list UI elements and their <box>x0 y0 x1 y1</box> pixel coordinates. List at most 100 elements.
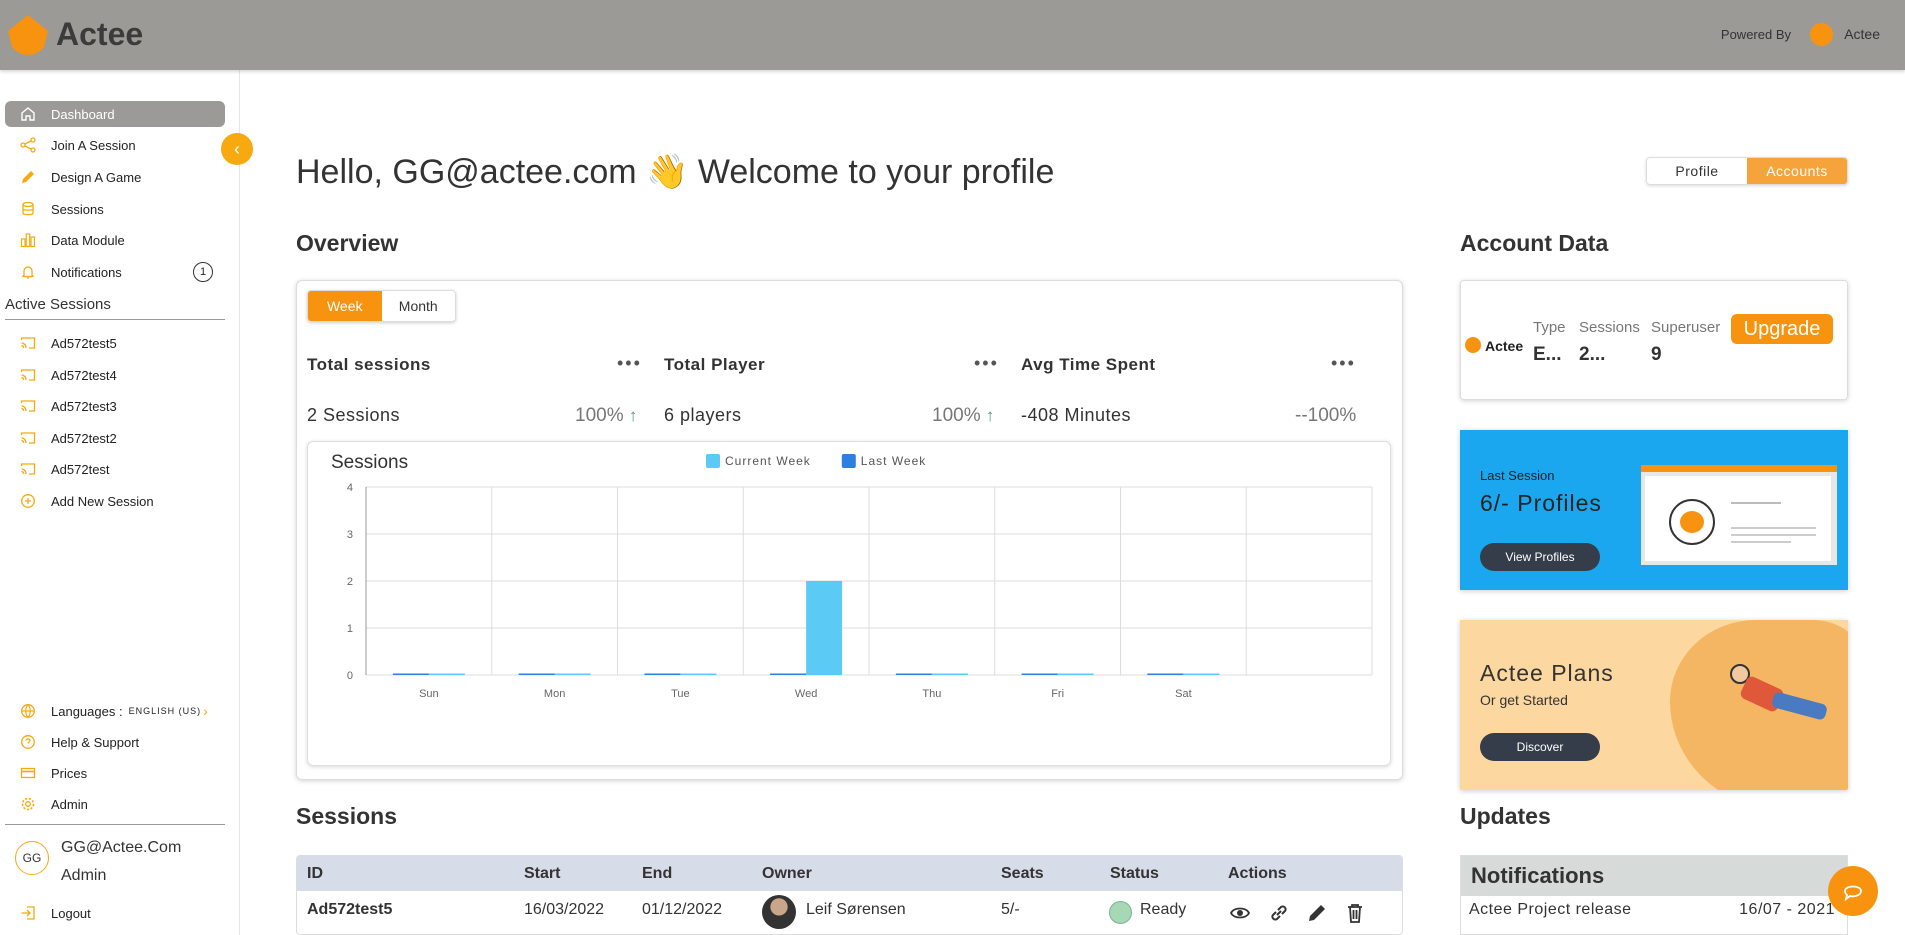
chart-title: Sessions <box>331 452 408 473</box>
active-session-item[interactable]: Ad572test3 <box>5 393 225 419</box>
upgrade-button[interactable]: Upgrade <box>1731 314 1833 344</box>
globe-icon <box>19 702 37 720</box>
superuser-label: Superuser <box>1651 319 1721 336</box>
active-sessions-heading: Active Sessions <box>5 296 225 320</box>
sessions-heading: Sessions <box>296 803 397 829</box>
chat-button[interactable] <box>1828 866 1878 916</box>
page-title: Hello, GG@actee.com 👋 Welcome to your pr… <box>296 153 1055 191</box>
bar-current-week <box>1057 673 1094 675</box>
link-icon[interactable] <box>1267 901 1291 925</box>
sidebar-item-label: Dashboard <box>51 106 115 122</box>
user-role: Admin <box>61 867 107 884</box>
sidebar-item-design-game[interactable]: Design A Game <box>5 164 225 190</box>
discover-button[interactable]: Discover <box>1480 733 1600 761</box>
view-icon[interactable] <box>1228 901 1252 925</box>
x-tick-label: Sat <box>1175 688 1192 700</box>
notification-count-badge: 1 <box>193 262 213 282</box>
notifications-title: Notifications <box>1461 856 1847 896</box>
sidebar: Dashboard Join A Session Design A Game S… <box>0 70 253 935</box>
add-session-label: Add New Session <box>51 493 154 509</box>
y-tick-label: 2 <box>347 576 353 588</box>
range-toggle: Week Month <box>307 290 456 322</box>
sidebar-item-help[interactable]: Help & Support <box>5 729 225 755</box>
bar-current-week <box>680 673 717 675</box>
x-tick-label: Tue <box>671 688 690 700</box>
sidebar-item-dashboard[interactable]: Dashboard <box>5 101 225 127</box>
app-logo-text[interactable]: Actee <box>56 16 143 53</box>
active-session-item[interactable]: Ad572test5 <box>5 330 225 356</box>
active-session-label: Ad572test3 <box>51 398 117 414</box>
languages-label: Languages : <box>51 703 123 719</box>
credit-card-icon <box>19 764 37 782</box>
bar-last-week <box>644 673 681 675</box>
help-icon <box>19 733 37 751</box>
x-tick-label: Sun <box>419 688 439 700</box>
arrow-up-icon: ↑ <box>985 406 995 425</box>
tab-profile[interactable]: Profile <box>1647 158 1747 184</box>
tab-accounts[interactable]: Accounts <box>1747 158 1847 184</box>
active-session-item[interactable]: Ad572test2 <box>5 425 225 451</box>
logout-button[interactable]: Logout <box>5 900 225 926</box>
bar-last-week <box>392 673 429 675</box>
active-session-item[interactable]: Ad572test <box>5 456 225 482</box>
session-start: 16/03/2022 <box>524 901 605 918</box>
column-header: Status <box>1110 865 1159 882</box>
add-new-session-button[interactable]: Add New Session <box>5 488 225 514</box>
person-illustration-icon <box>1722 654 1832 744</box>
bar-current-week <box>806 581 843 675</box>
bar-current-week <box>428 673 465 675</box>
x-tick-label: Thu <box>922 688 941 700</box>
overview-panel: Week Month Total sessions ••• 2 Sessions… <box>296 280 1403 780</box>
sidebar-item-notifications[interactable]: Notifications 1 <box>5 259 225 285</box>
list-item[interactable]: Actee Project release 16/07 - 2021 <box>1461 896 1847 926</box>
bar-current-week <box>554 673 591 675</box>
active-session-label: Ad572test5 <box>51 335 117 351</box>
sidebar-item-prices[interactable]: Prices <box>5 760 225 786</box>
sidebar-item-join-session[interactable]: Join A Session <box>5 132 225 158</box>
actee-logo-icon[interactable] <box>8 15 48 55</box>
legend-swatch <box>706 454 720 468</box>
cast-icon <box>19 429 37 447</box>
edit-icon[interactable] <box>1305 901 1329 925</box>
sidebar-item-admin[interactable]: Admin <box>5 791 225 817</box>
column-header: Owner <box>762 865 812 882</box>
delete-icon[interactable] <box>1343 901 1367 925</box>
active-session-item[interactable]: Ad572test4 <box>5 362 225 388</box>
more-options-icon[interactable]: ••• <box>974 353 999 374</box>
session-id[interactable]: Ad572test5 <box>307 901 392 919</box>
type-value: E... <box>1533 344 1562 365</box>
x-tick-label: Mon <box>544 688 565 700</box>
last-session-value: 6/- Profiles <box>1480 490 1602 516</box>
range-month-button[interactable]: Month <box>382 291 456 321</box>
notifications-panel: Notifications Actee Project release 16/0… <box>1460 855 1848 935</box>
home-icon <box>19 105 37 123</box>
column-header: Actions <box>1228 865 1287 882</box>
sidebar-item-data-module[interactable]: Data Module <box>5 227 225 253</box>
more-options-icon[interactable]: ••• <box>617 353 642 374</box>
view-profiles-button[interactable]: View Profiles <box>1480 543 1600 571</box>
stat-value: -408 Minutes <box>1021 405 1132 425</box>
sidebar-item-label: Sessions <box>51 201 104 217</box>
user-profile-block[interactable]: GG GG@Actee.Com Admin <box>5 824 225 884</box>
cast-icon <box>19 460 37 478</box>
last-session-card: Last Session 6/- Profiles View Profiles <box>1460 430 1848 590</box>
sidebar-item-sessions[interactable]: Sessions <box>5 196 225 222</box>
stat-value: 6 players <box>664 405 742 425</box>
range-week-button[interactable]: Week <box>308 291 382 321</box>
powered-by-logo-icon <box>1810 23 1833 46</box>
legend-swatch <box>841 454 856 468</box>
stat-value: 2 Sessions <box>307 405 401 425</box>
status-indicator-icon <box>1109 901 1132 924</box>
top-bar: Actee Powered By Actee <box>0 0 1905 70</box>
bar-current-week <box>931 673 968 675</box>
legend-label: Last Week <box>861 454 926 468</box>
languages-selector[interactable]: Languages : ENGLISH (US) › <box>5 698 225 724</box>
gear-icon <box>19 795 37 813</box>
table-row[interactable]: Ad572test5 16/03/2022 01/12/2022 Leif Sø… <box>297 891 1402 934</box>
collapse-sidebar-button[interactable]: ‹ <box>221 133 253 165</box>
more-options-icon[interactable]: ••• <box>1331 353 1356 374</box>
sessions-label: Sessions <box>1579 319 1640 336</box>
plans-subtitle: Or get Started <box>1480 692 1568 708</box>
sidebar-item-label: Join A Session <box>51 137 136 153</box>
actee-plans-card: Actee Plans Or get Started Discover <box>1460 620 1848 790</box>
